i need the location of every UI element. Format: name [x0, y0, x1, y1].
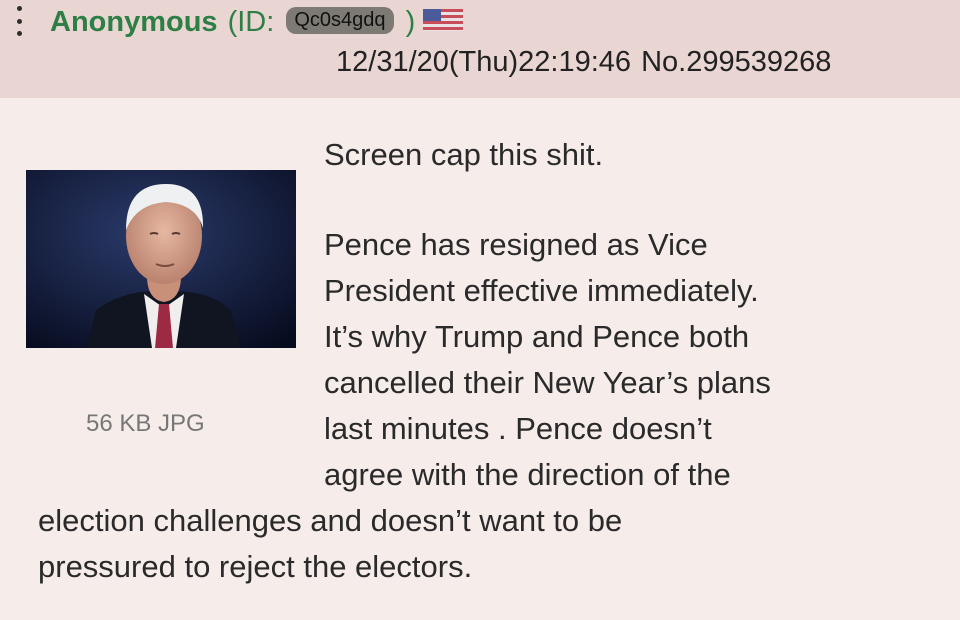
message-line: Pence has resigned as Vice — [324, 227, 708, 262]
post-timestamp: 12/31/20(Thu)22:19:46 No.299539268 — [336, 46, 831, 79]
message-line: Screen cap this shit. — [324, 137, 604, 172]
message-line: pressured to reject the electors. — [38, 549, 473, 584]
post-header: Anonymous (ID: Qc0s4gdq ) 12/31/20(Thu)2… — [0, 0, 960, 98]
id-prefix: (ID: — [227, 5, 275, 38]
poster-name: Anonymous — [50, 5, 218, 38]
us-flag-icon — [423, 9, 464, 31]
message-line: It’s why Trump and Pence both — [324, 319, 750, 354]
file-info[interactable]: 56 KB JPG — [86, 410, 205, 438]
poster-info: Anonymous (ID: Qc0s4gdq ) — [50, 2, 464, 42]
post-date: 12/31/20(Thu)22:19:46 — [336, 46, 632, 78]
id-suffix: ) — [405, 5, 416, 38]
kebab-menu-icon[interactable] — [14, 6, 24, 36]
message-line: cancelled their New Year’s plans — [324, 365, 771, 400]
message-line: last minutes . Pence doesn’t — [324, 411, 712, 446]
message-line: President effective immediately. — [324, 273, 759, 308]
message-line: election challenges and doesn’t want to … — [38, 503, 623, 538]
post-number[interactable]: No.299539268 — [641, 46, 831, 78]
poster-id-badge[interactable]: Qc0s4gdq — [286, 7, 394, 35]
post-container: Anonymous (ID: Qc0s4gdq ) 12/31/20(Thu)2… — [0, 0, 960, 620]
thumbnail-image[interactable] — [26, 170, 296, 348]
poster-id-label: (ID: Qc0s4gdq ) — [228, 6, 416, 39]
message-line: agree with the direction of the — [324, 457, 731, 492]
